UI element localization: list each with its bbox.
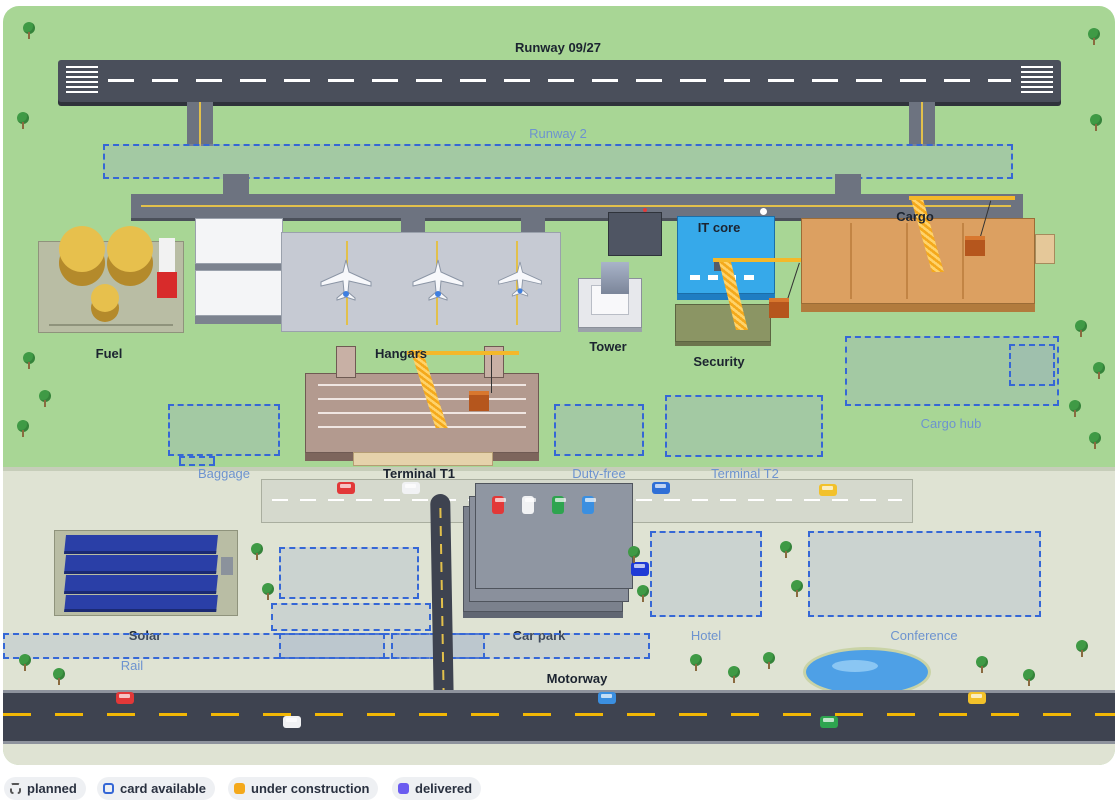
landside-plot[interactable] xyxy=(271,603,431,631)
tree-icon xyxy=(1089,432,1101,449)
airplane-icon xyxy=(320,259,372,301)
airplane-icon xyxy=(498,261,542,297)
runway-connector xyxy=(909,102,935,146)
delivered-swatch xyxy=(398,783,409,794)
fuel-label: Fuel xyxy=(95,346,123,361)
tree-icon xyxy=(780,541,792,558)
tree-icon xyxy=(251,543,263,560)
construction-cargo-box xyxy=(469,391,489,411)
rail-label: Rail xyxy=(120,658,144,673)
construction-cargo-box xyxy=(769,298,789,318)
tree-icon xyxy=(1076,640,1088,657)
tree-icon xyxy=(1023,669,1035,686)
planned-swatch xyxy=(10,783,21,794)
cargo-building[interactable] xyxy=(801,218,1035,304)
tower-label: Tower xyxy=(589,339,627,354)
runway-connector xyxy=(187,102,213,146)
hangars-label: Hangars xyxy=(374,346,428,361)
tree-icon xyxy=(1088,28,1100,45)
tree-icon xyxy=(53,668,65,685)
baggage-label: Baggage xyxy=(197,466,251,481)
motorway-label: Motorway xyxy=(546,671,608,686)
tree-icon xyxy=(628,546,640,563)
tree-icon xyxy=(728,666,740,683)
duty-free-plot[interactable] xyxy=(554,404,644,456)
tree-icon xyxy=(17,112,29,129)
conference-label: Conference xyxy=(890,628,958,643)
tree-icon xyxy=(637,585,649,602)
cargo-hub-label: Cargo hub xyxy=(920,416,982,431)
construction-cargo-box xyxy=(965,236,985,256)
tree-icon xyxy=(39,390,51,407)
legend-delivered[interactable]: delivered xyxy=(392,777,482,800)
legend-planned[interactable]: planned xyxy=(4,777,86,800)
runway-2-label: Runway 2 xyxy=(529,126,587,141)
tree-icon xyxy=(262,583,274,600)
tree-icon xyxy=(23,352,35,369)
it-core-label: IT core xyxy=(697,220,741,235)
security-label: Security xyxy=(693,354,745,369)
airport-map: Runway 09/27 Runway 2 Fuel Hangars Tower… xyxy=(3,6,1115,765)
tree-icon xyxy=(1093,362,1105,379)
hotel-label: Hotel xyxy=(690,628,722,643)
baggage-plot[interactable] xyxy=(168,404,280,456)
tree-icon xyxy=(17,420,29,437)
tree-icon xyxy=(976,656,988,673)
legend-card-available[interactable]: card available xyxy=(97,777,215,800)
runway-main[interactable] xyxy=(58,60,1061,102)
security-building[interactable] xyxy=(675,304,771,342)
hangar-building[interactable] xyxy=(195,218,283,264)
hangar-building[interactable] xyxy=(195,270,283,316)
solar-farm[interactable] xyxy=(54,530,238,616)
access-road xyxy=(430,493,454,709)
tree-icon xyxy=(1069,400,1081,417)
runway-label: Runway 09/27 xyxy=(515,40,601,55)
cargo-label: Cargo xyxy=(896,209,934,224)
fuel-depot[interactable] xyxy=(38,226,184,333)
motorway xyxy=(3,690,1115,744)
tree-icon xyxy=(763,652,775,669)
legend-under-construction[interactable]: under construction xyxy=(228,777,379,800)
terminal-t2-plot[interactable] xyxy=(665,395,823,457)
tree-icon xyxy=(1075,320,1087,337)
tree-icon xyxy=(690,654,702,671)
tree-icon xyxy=(23,22,35,39)
tree-icon xyxy=(19,654,31,671)
tree-icon xyxy=(791,580,803,597)
taxiway xyxy=(131,194,1023,218)
hotel-plot[interactable] xyxy=(650,531,762,617)
airplane-icon xyxy=(412,259,464,301)
card-available-swatch xyxy=(103,783,114,794)
tree-icon xyxy=(1090,114,1102,131)
conference-plot[interactable] xyxy=(808,531,1041,617)
under-construction-swatch xyxy=(234,783,245,794)
landside-plot[interactable] xyxy=(279,547,419,599)
